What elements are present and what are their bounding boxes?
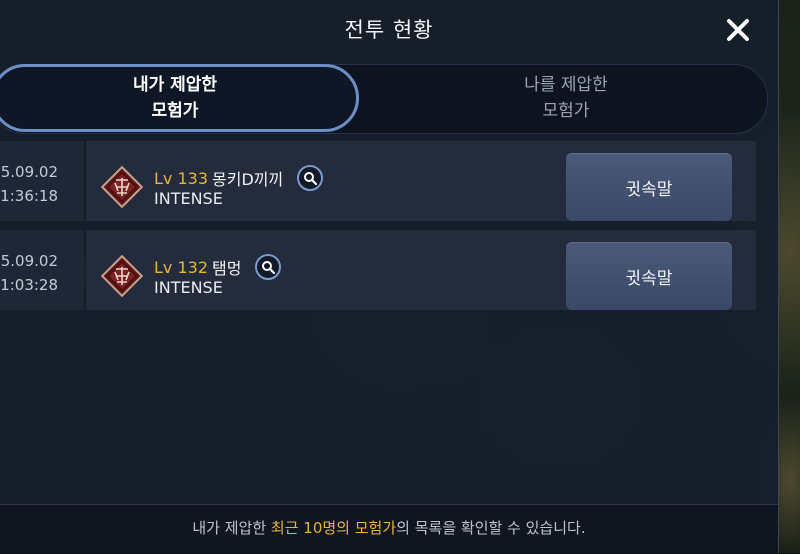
close-icon	[727, 19, 749, 41]
whisper-button[interactable]: 귓속말	[566, 242, 732, 310]
footer-text: 내가 제압한 최근 10명의 모험가의 목록을 확인할 수 있습니다.	[0, 517, 778, 538]
battle-status-panel: 전투 현황 내가 제압한 모험가 나를 제압한 모험가 5.09.02 1:36…	[0, 0, 779, 554]
adventurer-name: 몽키D끼끼	[212, 170, 284, 189]
profile-search-button[interactable]	[297, 165, 324, 191]
level-text: Lv 132	[154, 257, 209, 277]
level-text: Lv 133	[154, 168, 209, 188]
guild-emblem-icon	[100, 254, 144, 298]
tab-label-line1: 나를 제압한	[524, 75, 608, 95]
close-button[interactable]	[720, 12, 756, 48]
panel-header: 전투 현황	[0, 0, 778, 56]
date-text: 5.09.02	[0, 163, 58, 181]
tab-label-line2: 모험가	[542, 101, 590, 121]
adventurer-info: Lv 132 탬멍	[154, 254, 282, 280]
tab-defeated-me[interactable]: 나를 제압한 모험가	[371, 65, 761, 131]
search-icon	[304, 172, 318, 185]
adventurer-list: 5.09.02 1:36:18 Lv 133 몽키D끼끼 INTENSE 귓속말…	[0, 141, 768, 319]
list-item: 5.09.02 1:36:18 Lv 133 몽키D끼끼 INTENSE 귓속말	[0, 141, 768, 221]
time-text: 1:36:18	[0, 187, 58, 205]
adventurer-card: Lv 133 몽키D끼끼 INTENSE 귓속말	[86, 141, 756, 221]
time-text: 1:03:28	[0, 276, 58, 294]
guild-emblem-icon	[100, 165, 144, 209]
timestamp-cell: 5.09.02 1:03:28	[0, 230, 84, 310]
footer-highlight: 최근 10명의 모험가	[270, 519, 397, 537]
tab-defeated-by-me[interactable]: 내가 제압한 모험가	[0, 64, 359, 132]
server-mode-text: INTENSE	[154, 189, 223, 208]
panel-title: 전투 현황	[344, 18, 434, 42]
search-icon	[262, 261, 276, 274]
profile-search-button[interactable]	[255, 254, 282, 280]
footer-prefix: 내가 제압한	[192, 519, 271, 537]
footer-notice: 내가 제압한 최근 10명의 모험가의 목록을 확인할 수 있습니다.	[0, 504, 778, 554]
adventurer-name: 탬멍	[212, 259, 242, 278]
server-mode-text: INTENSE	[154, 278, 223, 297]
list-item: 5.09.02 1:03:28 Lv 132 탬멍 INTENSE 귓속말	[0, 230, 768, 310]
tab-bar: 내가 제압한 모험가 나를 제압한 모험가	[0, 64, 768, 134]
adventurer-card: Lv 132 탬멍 INTENSE 귓속말	[86, 230, 756, 310]
footer-suffix: 의 목록을 확인할 수 있습니다.	[396, 519, 586, 537]
date-text: 5.09.02	[0, 252, 58, 270]
timestamp-cell: 5.09.02 1:36:18	[0, 141, 84, 221]
whisper-button[interactable]: 귓속말	[566, 153, 732, 221]
tab-label-line2: 모험가	[151, 101, 199, 121]
tab-label-line1: 내가 제압한	[132, 75, 218, 95]
adventurer-info: Lv 133 몽키D끼끼	[154, 165, 324, 191]
